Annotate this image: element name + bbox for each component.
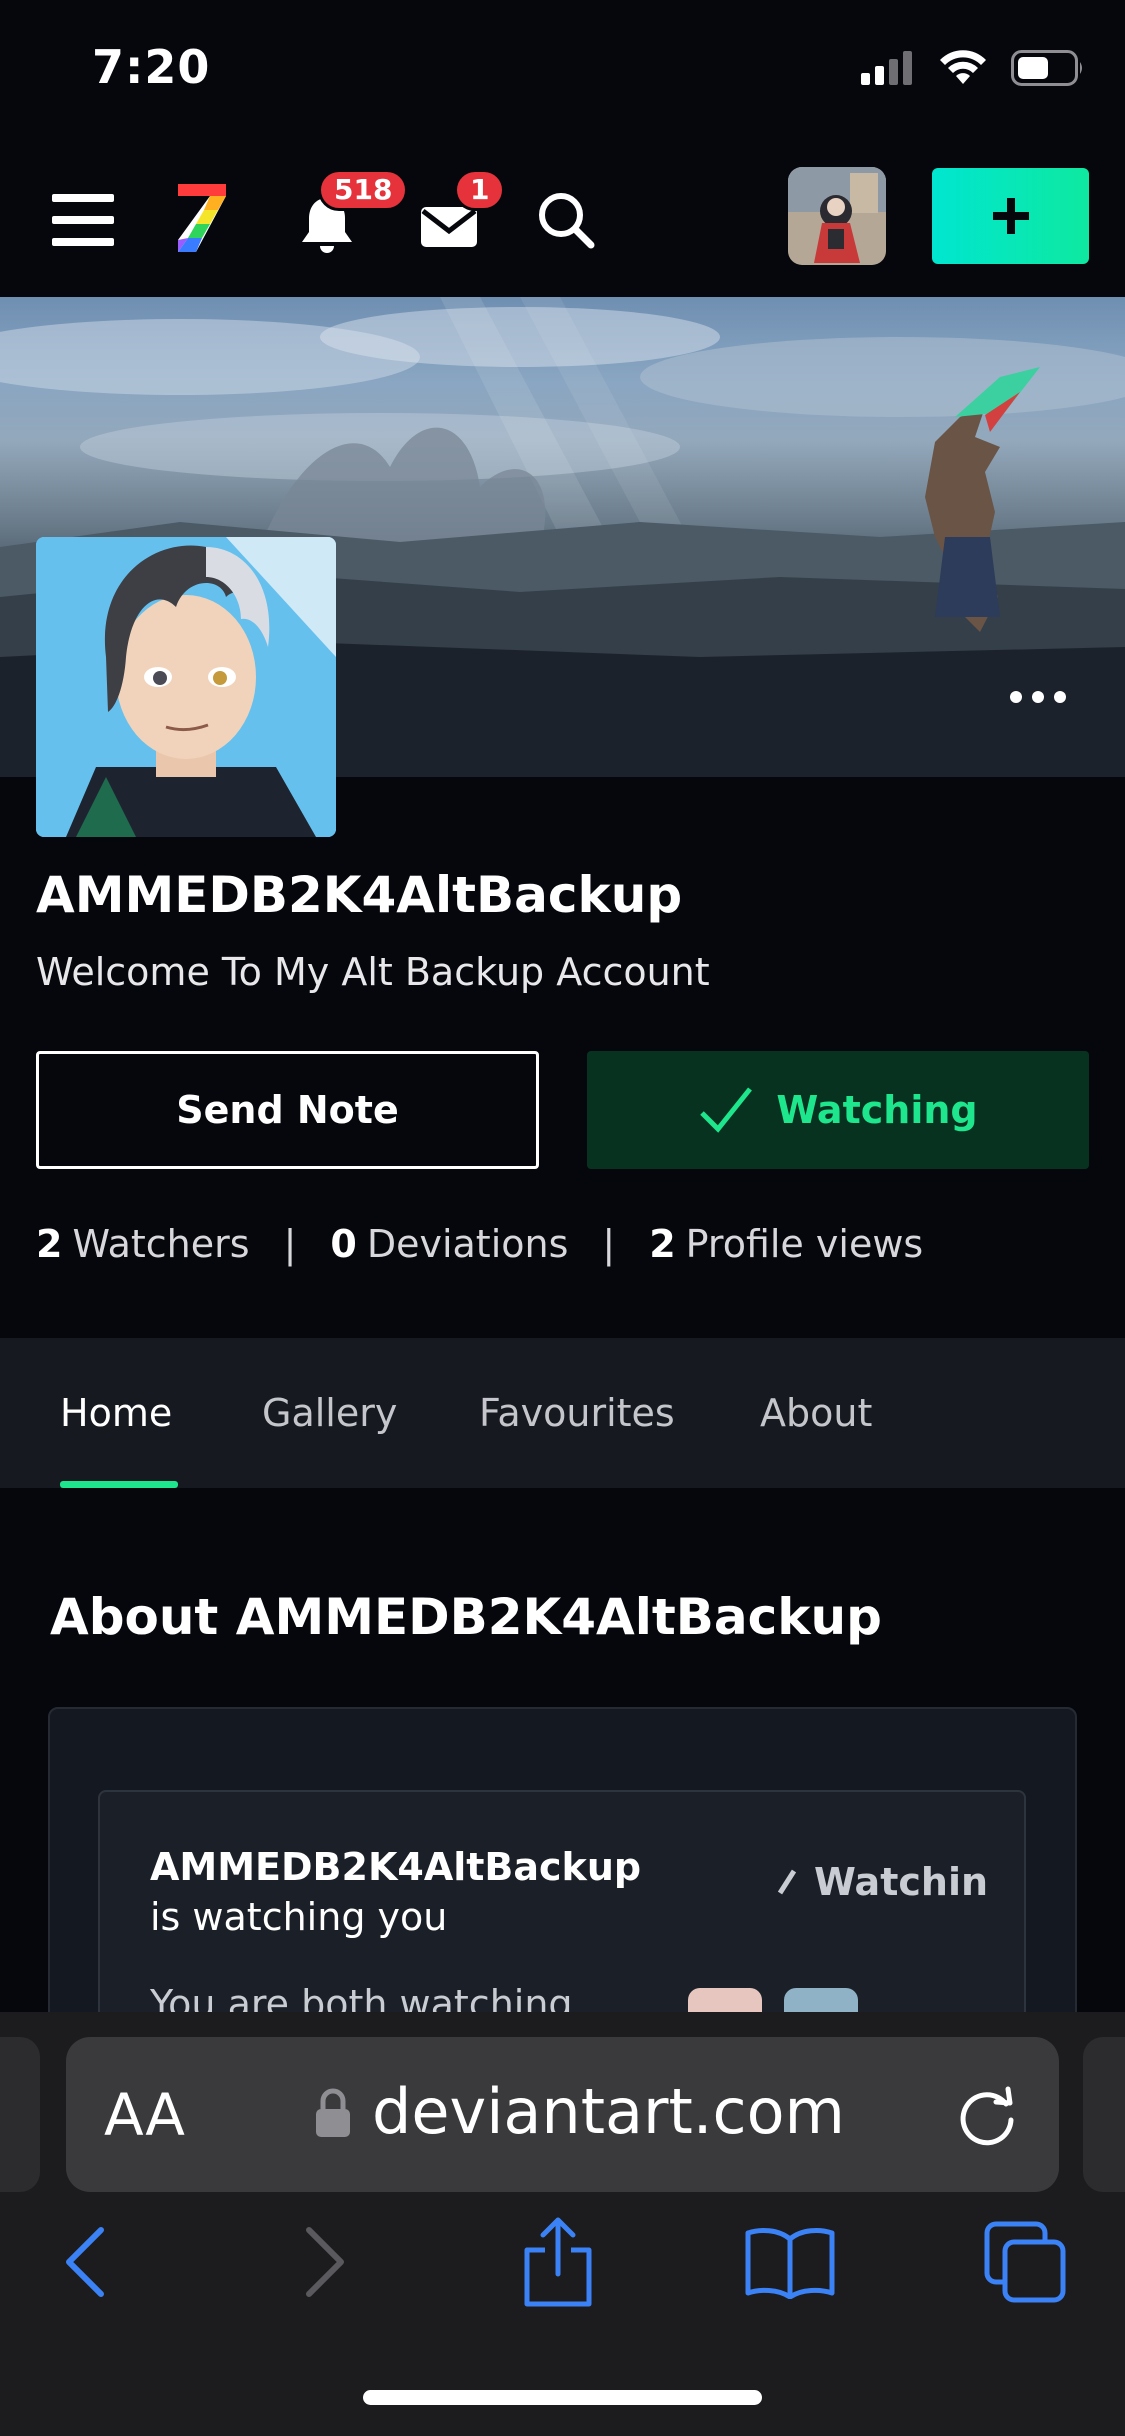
watch-card-status-label: Watchin <box>814 1860 989 1904</box>
profile-tagline: Welcome To My Alt Backup Account <box>36 950 710 994</box>
reader-settings-button[interactable]: AA <box>104 2081 185 2149</box>
tabs-button[interactable] <box>970 2212 1080 2312</box>
search-icon <box>539 193 595 249</box>
deviations-label: Deviations <box>366 1222 569 1266</box>
reader-settings-label: AA <box>104 2081 185 2149</box>
previous-tab-preview[interactable] <box>0 2037 40 2192</box>
bookmarks-button[interactable] <box>735 2212 845 2312</box>
views-label: Profile views <box>685 1222 924 1266</box>
watching-button[interactable]: Watching <box>587 1051 1089 1169</box>
tab-label: Home <box>60 1391 173 1435</box>
deviations-stat[interactable]: 0 Deviations <box>330 1222 568 1266</box>
watchers-stat[interactable]: 2 Watchers <box>36 1222 250 1266</box>
watching-you-suffix: is watching you <box>150 1895 448 1939</box>
tab-label: About <box>760 1391 873 1435</box>
browser-chrome: AA deviantart.com <box>0 2012 1125 2436</box>
deviantart-logo-button[interactable] <box>170 176 234 260</box>
watchers-label: Watchers <box>72 1222 250 1266</box>
tabs-icon <box>984 2221 1066 2303</box>
stats-separator: | <box>602 1222 616 1266</box>
tab-favourites[interactable]: Favourites <box>479 1338 675 1488</box>
more-dot-icon <box>1010 691 1022 703</box>
top-navigation: 518 1 <box>0 140 1125 297</box>
share-icon <box>524 2217 592 2307</box>
watching-you-username[interactable]: AMMEDB2K4AltBackup <box>150 1845 641 1889</box>
more-dot-icon <box>1032 691 1044 703</box>
create-button[interactable] <box>932 168 1089 264</box>
forward-button[interactable] <box>270 2212 380 2312</box>
send-note-label: Send Note <box>176 1088 399 1132</box>
user-avatar-image <box>788 167 886 265</box>
tab-label: Gallery <box>262 1391 398 1435</box>
share-button[interactable] <box>503 2212 613 2312</box>
status-bar: 7:20 <box>0 0 1125 140</box>
watchers-count: 2 <box>36 1222 63 1266</box>
status-icons <box>861 48 1085 88</box>
send-note-button[interactable]: Send Note <box>36 1051 539 1169</box>
status-time: 7:20 <box>92 40 211 94</box>
watching-you-text: AMMEDB2K4AltBackup is watching you <box>150 1842 650 1942</box>
url-text: deviantart.com <box>372 2075 845 2148</box>
views-count: 2 <box>649 1222 676 1266</box>
more-options-button[interactable] <box>1010 685 1074 709</box>
next-tab-preview[interactable] <box>1083 2037 1125 2192</box>
messages-badge: 1 <box>454 169 506 211</box>
menu-button[interactable] <box>40 180 126 260</box>
checkmark-icon <box>700 1087 753 1133</box>
profile-stats: 2 Watchers | 0 Deviations | 2 Profile views <box>36 1222 923 1266</box>
wifi-icon <box>940 50 986 84</box>
profile-tabs: Home Gallery Favourites About <box>0 1338 1125 1488</box>
tab-about[interactable]: About <box>760 1338 872 1488</box>
home-indicator[interactable] <box>363 2390 762 2405</box>
tab-home[interactable]: Home <box>60 1338 172 1488</box>
cellular-signal-icon <box>861 51 912 85</box>
profile-username: AMMEDB2K4AltBackup <box>36 866 683 924</box>
battery-icon <box>1011 50 1082 86</box>
more-dot-icon <box>1054 691 1066 703</box>
url-display[interactable]: deviantart.com <box>314 2075 845 2148</box>
watch-card-watching-button[interactable]: Watchin <box>776 1860 988 1904</box>
search-button[interactable] <box>530 184 602 256</box>
reload-button[interactable] <box>954 2082 1020 2152</box>
notifications-badge: 518 <box>318 169 409 211</box>
envelope-icon <box>421 207 477 247</box>
reload-icon <box>960 2086 1014 2146</box>
deviantart-logo-icon <box>178 184 226 252</box>
profile-avatar-image <box>36 537 336 837</box>
profile-views-stat: 2 Profile views <box>649 1222 923 1266</box>
back-icon <box>66 2227 104 2297</box>
deviations-count: 0 <box>330 1222 357 1266</box>
watching-label: Watching <box>776 1088 978 1132</box>
lock-icon <box>316 2088 350 2137</box>
active-tab-indicator <box>60 1481 178 1488</box>
tab-gallery[interactable]: Gallery <box>262 1338 397 1488</box>
checkmark-icon <box>777 1869 797 1895</box>
profile-avatar[interactable] <box>36 537 336 837</box>
address-bar[interactable]: AA deviantart.com <box>66 2037 1059 2192</box>
hamburger-menu-icon <box>52 194 114 246</box>
user-avatar-button[interactable] <box>788 167 886 265</box>
plus-icon <box>992 198 1029 234</box>
stats-separator: | <box>283 1222 297 1266</box>
back-button[interactable] <box>30 2212 140 2312</box>
about-heading: About AMMEDB2K4AltBackup <box>50 1588 882 1646</box>
bookmarks-icon <box>745 2228 835 2299</box>
tab-label: Favourites <box>479 1391 675 1435</box>
forward-icon <box>306 2227 344 2297</box>
